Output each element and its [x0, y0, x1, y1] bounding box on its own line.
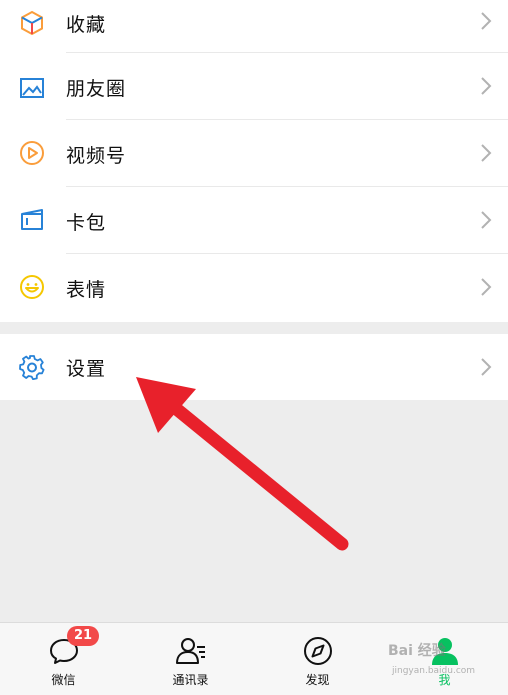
compass-icon [303, 637, 332, 665]
menu-label-channels: 视频号 [66, 145, 127, 167]
menu-row-favorites[interactable]: 收藏 [0, 0, 508, 53]
menu-row-settings[interactable]: 设置 [0, 334, 508, 400]
menu-row-stickers[interactable]: 表情 [0, 254, 508, 321]
menu-group-main: 收藏 朋友圈 视频号 卡包 表情 [0, 0, 508, 322]
tab-label-chats: 微信 [51, 673, 76, 687]
tab-contacts[interactable]: 通讯录 [127, 623, 254, 695]
menu-group-settings: 设置 [0, 334, 508, 400]
sticker-smile-icon [20, 275, 44, 299]
chevron-right-icon [481, 77, 492, 95]
menu-label-favorites: 收藏 [66, 14, 107, 36]
channels-play-icon [20, 141, 44, 165]
tab-discover[interactable]: 发现 [254, 623, 381, 695]
card-wallet-icon [21, 209, 43, 230]
bottom-tab-bar: 21 微信 通讯录 发现 我 [0, 622, 508, 695]
tab-label-contacts: 通讯录 [172, 673, 209, 687]
tab-label-discover: 发现 [305, 673, 330, 687]
watermark-sub: jingyan.baidu.com [392, 666, 476, 676]
contacts-icon [175, 638, 205, 664]
chevron-right-icon [481, 278, 492, 296]
tab-me[interactable]: 我 [381, 623, 508, 695]
moments-photo-icon [20, 78, 44, 98]
chevron-right-icon [481, 358, 492, 376]
favorites-cube-icon [21, 10, 43, 36]
person-icon [431, 638, 458, 665]
menu-row-channels[interactable]: 视频号 [0, 120, 508, 187]
chevron-right-icon [481, 144, 492, 162]
tab-chats[interactable]: 21 微信 [0, 623, 127, 695]
menu-row-moments[interactable]: 朋友圈 [0, 53, 508, 120]
unread-badge: 21 [67, 626, 99, 646]
gear-icon [19, 355, 45, 380]
menu-row-cards[interactable]: 卡包 [0, 187, 508, 254]
menu-label-settings: 设置 [66, 358, 107, 380]
menu-label-cards: 卡包 [66, 212, 107, 234]
menu-label-stickers: 表情 [66, 279, 107, 301]
chevron-right-icon [481, 12, 492, 30]
chevron-right-icon [481, 211, 492, 229]
menu-label-moments: 朋友圈 [66, 78, 127, 100]
section-gap [0, 322, 508, 334]
